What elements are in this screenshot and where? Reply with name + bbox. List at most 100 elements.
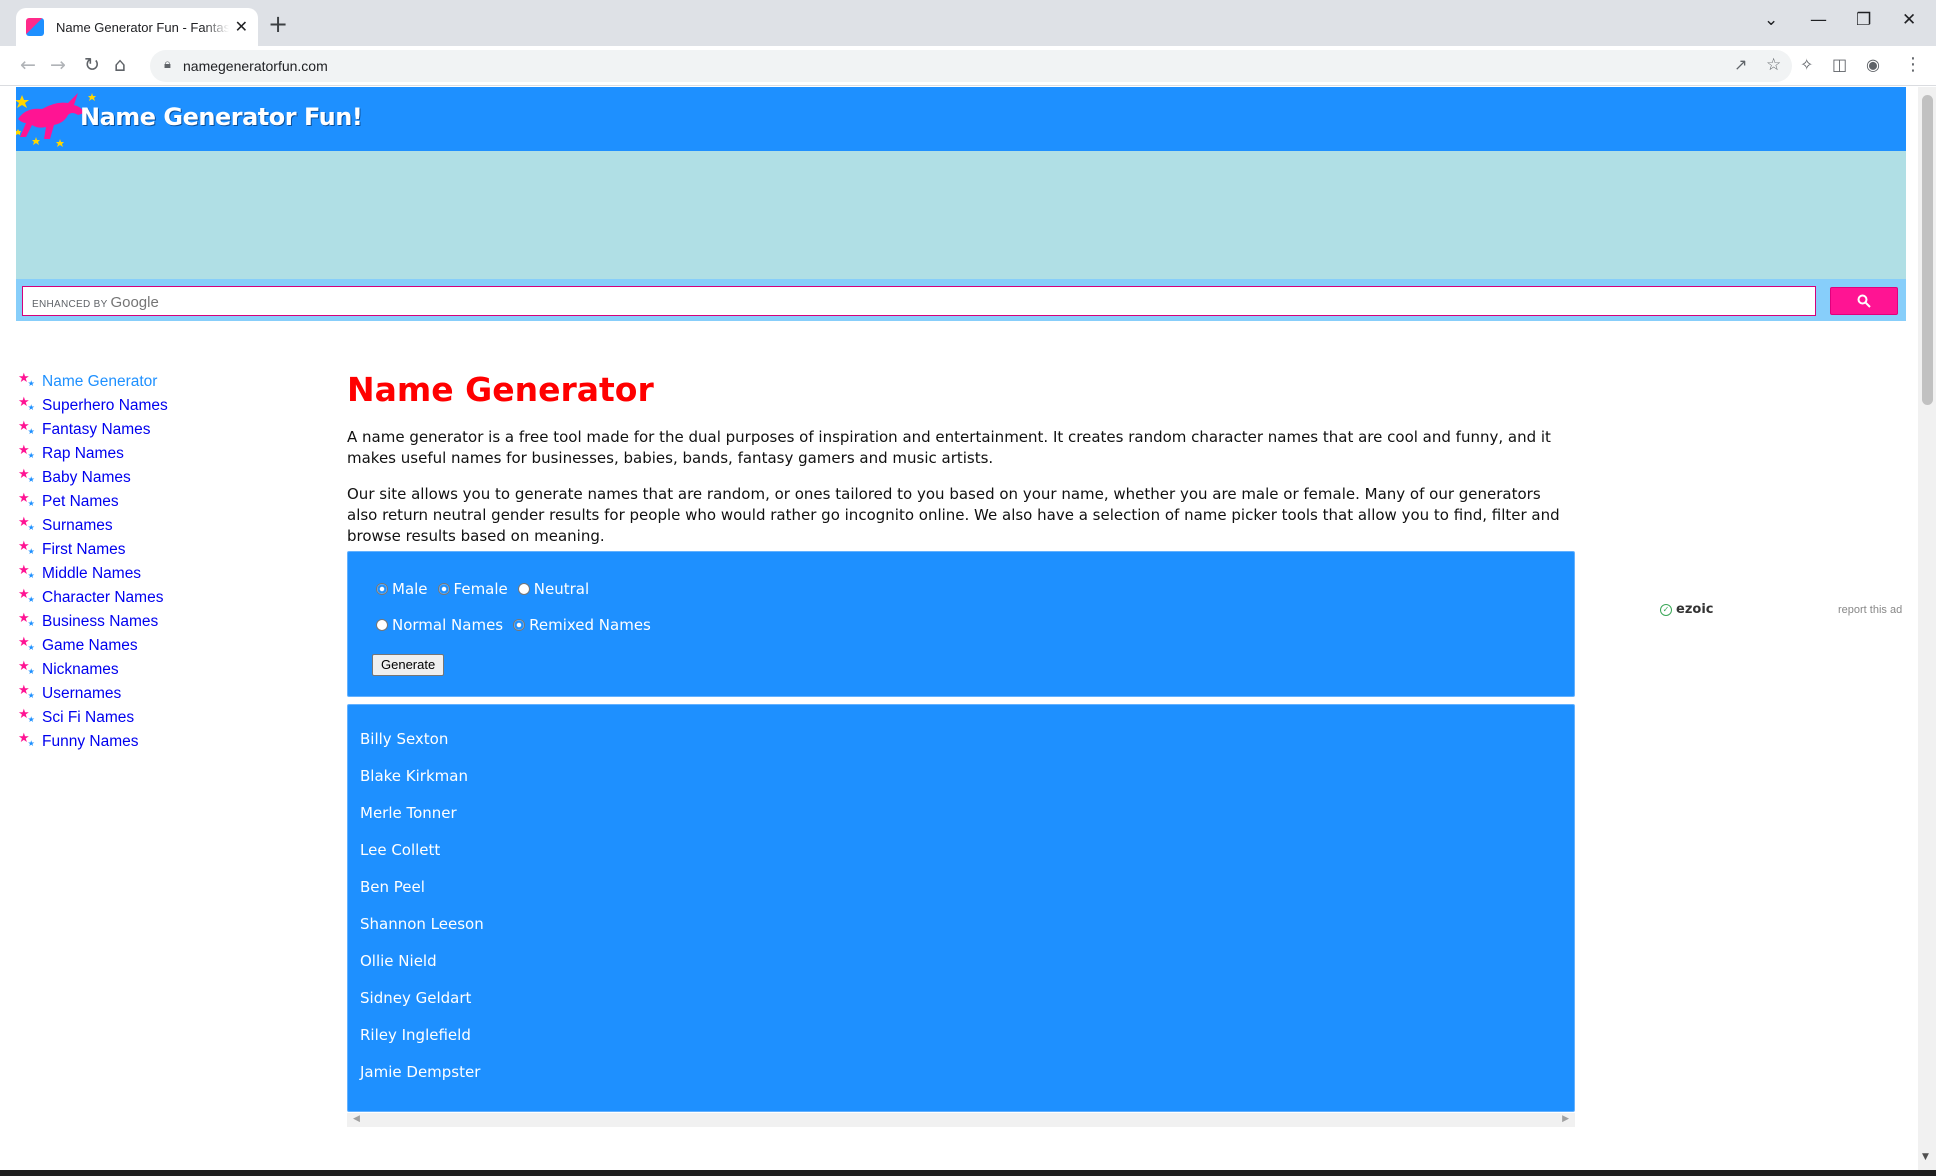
generate-button[interactable]: Generate (372, 654, 445, 676)
search-icon (1857, 294, 1871, 308)
report-ad-link[interactable]: report this ad (1838, 604, 1902, 616)
sidebar-item[interactable]: ★★ Fantasy Names (18, 418, 298, 442)
ezoic-check-icon: ✓ (1660, 603, 1672, 616)
star-bullet-icon: ★★ (18, 394, 35, 412)
gender-option-label[interactable]: Female (454, 580, 508, 598)
sidebar-item[interactable]: ★★ Game Names (18, 634, 298, 658)
forward-icon[interactable]: → (50, 53, 66, 77)
result-name: Shannon Leeson (360, 915, 484, 933)
sidebar-item[interactable]: ★★ First Names (18, 538, 298, 562)
sidebar-link[interactable]: Usernames (42, 685, 121, 703)
sidebar-link[interactable]: Business Names (42, 613, 158, 631)
minimize-button[interactable]: — (1810, 10, 1827, 30)
sidebar-link[interactable]: First Names (42, 541, 126, 559)
google-branding: ENHANCED BY Google (32, 294, 159, 311)
profile-icon[interactable]: ◉ (1866, 53, 1880, 77)
sidebar-link[interactable]: Superhero Names (42, 397, 168, 415)
sidebar-item[interactable]: ★★ Name Generator (18, 370, 298, 394)
star-bullet-icon: ★★ (18, 610, 35, 628)
sidebar-item[interactable]: ★★ Character Names (18, 586, 298, 610)
sidebar-item[interactable]: ★★ Funny Names (18, 730, 298, 754)
result-name: Ollie Nield (360, 952, 437, 970)
vertical-scrollbar[interactable]: ▼ (1918, 87, 1936, 1170)
lock-icon[interactable]: 🔒︎ (164, 57, 171, 72)
sidebar-item[interactable]: ★★ Sci Fi Names (18, 706, 298, 730)
star-bullet-icon: ★★ (18, 682, 35, 700)
gender-option-radio[interactable] (517, 583, 530, 595)
site-search-bar: ENHANCED BY Google (16, 279, 1906, 321)
sidebar-item[interactable]: ★★ Pet Names (18, 490, 298, 514)
result-name: Merle Tonner (360, 804, 457, 822)
style-option-radio[interactable] (376, 619, 388, 631)
sidebar-link[interactable]: Character Names (42, 589, 163, 607)
star-bullet-icon: ★★ (18, 490, 35, 508)
sidebar-item[interactable]: ★★ Baby Names (18, 466, 298, 490)
restore-button[interactable]: ❐ (1856, 10, 1871, 30)
ad-banner-area (16, 151, 1906, 279)
address-bar[interactable]: 🔒︎ namegeneratorfun.com (150, 50, 1792, 82)
back-icon[interactable]: ← (20, 53, 36, 77)
star-bullet-icon: ★★ (18, 370, 35, 388)
scrollbar-thumb[interactable] (1922, 95, 1933, 405)
home-icon[interactable]: ⌂ (114, 53, 126, 77)
gender-option-label[interactable]: Neutral (534, 580, 589, 598)
close-window-button[interactable]: ✕ (1902, 10, 1916, 30)
sidebar-link[interactable]: Nicknames (42, 661, 119, 679)
tab-close-icon[interactable]: ✕ (235, 19, 248, 35)
result-name: Blake Kirkman (360, 767, 468, 785)
search-button[interactable] (1830, 287, 1898, 315)
sidebar-item[interactable]: ★★ Usernames (18, 682, 298, 706)
style-option-label[interactable]: Normal Names (392, 616, 503, 634)
new-tab-button[interactable]: + (268, 12, 288, 36)
gender-option-radio[interactable] (437, 583, 450, 595)
gender-option-label[interactable]: Male (392, 580, 428, 598)
site-logo-text[interactable]: Name Generator Fun! (80, 103, 363, 131)
sidebar-link[interactable]: Pet Names (42, 493, 119, 511)
sidebar-link[interactable]: Funny Names (42, 733, 138, 751)
sidebar-link[interactable]: Fantasy Names (42, 421, 151, 439)
star-bullet-icon: ★★ (18, 418, 35, 436)
sidebar-link[interactable]: Sci Fi Names (42, 709, 134, 727)
browser-toolbar: ← → ↻ ⌂ 🔒︎ namegeneratorfun.com ↗ ☆ ✧ ◫ … (0, 46, 1936, 86)
gender-options: Male Female Neutral (376, 580, 599, 598)
site-favicon-icon (26, 18, 44, 36)
sidebar-item[interactable]: ★★ Nicknames (18, 658, 298, 682)
menu-icon[interactable]: ⋮ (1904, 53, 1922, 77)
ezoic-badge[interactable]: ✓ ezoic (1660, 602, 1713, 617)
star-bullet-icon: ★★ (18, 514, 35, 532)
site-header: Name Generator Fun! (16, 87, 1906, 151)
sidebar-link[interactable]: Game Names (42, 637, 138, 655)
sidebar-item[interactable]: ★★ Rap Names (18, 442, 298, 466)
sidebar-item[interactable]: ★★ Superhero Names (18, 394, 298, 418)
tab-search-icon[interactable]: ⌄ (1764, 10, 1778, 30)
results-panel: Billy Sexton Blake Kirkman Merle Tonner Lee… (347, 704, 1575, 1112)
sidebar-item[interactable]: ★★ Business Names (18, 610, 298, 634)
style-option-radio[interactable] (513, 619, 526, 631)
sidebar-link[interactable]: Middle Names (42, 565, 141, 583)
style-option-label[interactable]: Remixed Names (529, 616, 651, 634)
bookmark-star-icon[interactable]: ☆ (1766, 53, 1781, 77)
extensions-icon[interactable]: ✧ (1800, 53, 1813, 77)
scroll-left-icon[interactable]: ◀ (353, 1114, 360, 1124)
results-list: Billy Sexton Blake Kirkman Merle Tonner Lee… (360, 730, 484, 1100)
result-name: Lee Collett (360, 841, 441, 859)
description-paragraph: Our site allows you to generate names th… (347, 485, 1560, 545)
sidebar-item[interactable]: ★★ Surnames (18, 514, 298, 538)
horizontal-scrollbar[interactable]: ◀ ▶ (347, 1113, 1575, 1127)
sidebar-link[interactable]: Rap Names (42, 445, 124, 463)
browser-tab[interactable]: Name Generator Fun - Fantasy and ... ✕ (16, 8, 258, 46)
scroll-down-icon[interactable]: ▼ (1922, 1152, 1929, 1162)
reload-icon[interactable]: ↻ (84, 53, 100, 77)
sidebar-link[interactable]: Baby Names (42, 469, 131, 487)
site-search-input[interactable]: ENHANCED BY Google (22, 286, 1816, 316)
scroll-right-icon[interactable]: ▶ (1562, 1114, 1569, 1124)
sidebar-link[interactable]: Surnames (42, 517, 113, 535)
sidebar-link[interactable]: Name Generator (42, 373, 157, 391)
gender-option-radio[interactable] (376, 583, 388, 595)
side-panel-icon[interactable]: ◫ (1832, 53, 1847, 77)
star-bullet-icon: ★★ (18, 706, 35, 724)
page-viewport: Name Generator Fun! ENHANCED BY Google ★… (0, 87, 1918, 1170)
share-icon[interactable]: ↗ (1734, 53, 1747, 77)
sidebar-item[interactable]: ★★ Middle Names (18, 562, 298, 586)
url-text[interactable]: namegeneratorfun.com (183, 58, 328, 74)
